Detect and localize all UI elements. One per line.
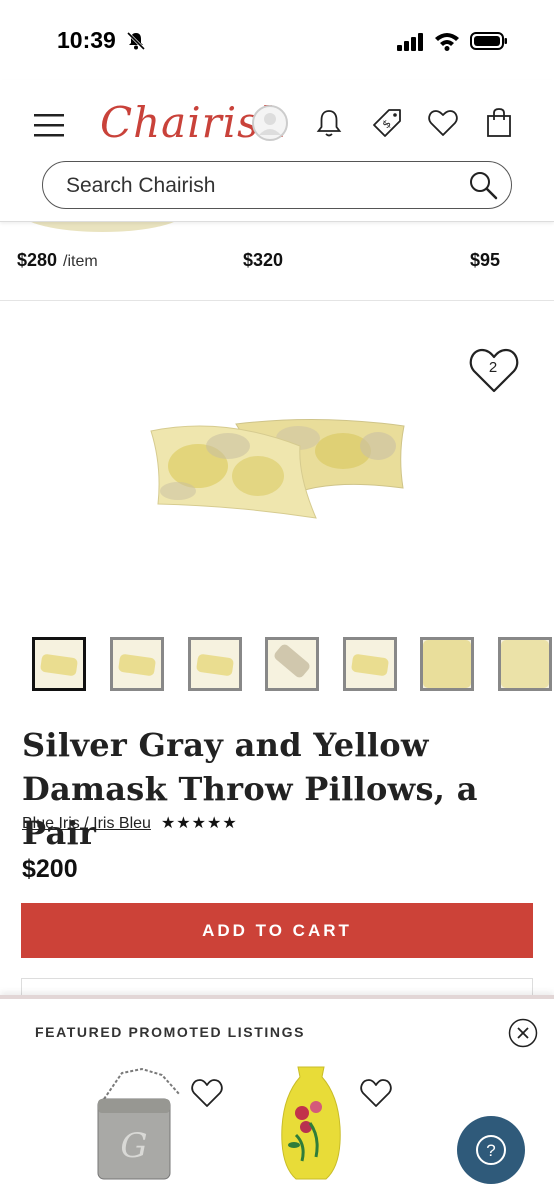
bell-slash-icon [126,31,146,51]
promo-item-vase[interactable] [276,1065,346,1183]
price-unit: /item [63,253,98,270]
price-amount: $280 [17,250,58,270]
favorite-count: 2 [488,359,498,376]
featured-title: FEATURED PROMOTED LISTINGS [35,1024,306,1040]
thumbnail[interactable] [498,637,552,691]
price-tag-icon[interactable]: $ [370,106,404,140]
previous-listing-image[interactable] [20,222,185,232]
account-avatar[interactable] [252,105,288,141]
product-price: $200 [22,855,78,883]
thumbnail[interactable] [265,637,319,691]
price-amount: $320 [243,250,284,270]
favorite-heart-icon[interactable] [359,1077,393,1109]
listing-price[interactable]: $280/item [17,250,98,271]
favorites-heart-icon[interactable] [426,106,460,140]
add-to-cart-button[interactable]: ADD TO CART [21,903,533,958]
question-mark-icon: ? [476,1135,506,1165]
price-amount: $95 [470,250,501,270]
seller-row: Blue Iris / Iris Bleu ★★★★★ [22,813,238,835]
battery-icon [470,32,507,50]
search-input[interactable]: Search Chairish [42,161,512,209]
product-image-area: 2 [0,301,554,621]
svg-text:G: G [120,1126,147,1166]
search-placeholder: Search Chairish [66,174,216,197]
shopping-bag-icon[interactable] [482,106,516,140]
favorite-heart-icon[interactable] [190,1077,224,1109]
status-time: 10:39 [57,27,116,53]
promo-item-purse[interactable]: G [92,1065,184,1181]
seller-link[interactable]: Blue Iris / Iris Bleu [22,815,151,832]
cellular-signal-icon [397,33,423,51]
site-header: Chairish $ Search Chairish [0,80,554,222]
seller-rating: ★★★★★ [160,815,238,832]
thumbnail[interactable] [110,637,164,691]
thumbnail[interactable] [343,637,397,691]
close-icon[interactable] [508,1018,538,1048]
thumbnail-strip [32,637,554,693]
product-title: Silver Gray and Yellow Damask Throw Pill… [22,726,478,852]
thumbnail[interactable] [188,637,242,691]
hamburger-menu-icon[interactable] [34,112,64,138]
notification-bell-icon[interactable] [312,106,346,140]
featured-promoted-panel: FEATURED PROMOTED LISTINGS G ? [0,995,554,1200]
thumbnail[interactable] [32,637,86,691]
listing-price[interactable]: $320 [243,250,283,271]
user-icon [259,113,281,135]
status-bar: 10:39 [0,0,554,80]
svg-text:?: ? [486,1141,495,1160]
product-image[interactable] [148,416,410,526]
wifi-icon [435,33,459,51]
search-icon[interactable] [467,169,499,201]
thumbnail[interactable] [420,637,474,691]
previous-listing-row: $280/item $320 $95 [0,222,554,301]
help-button[interactable]: ? [457,1116,525,1184]
listing-price[interactable]: $95 [470,250,500,271]
